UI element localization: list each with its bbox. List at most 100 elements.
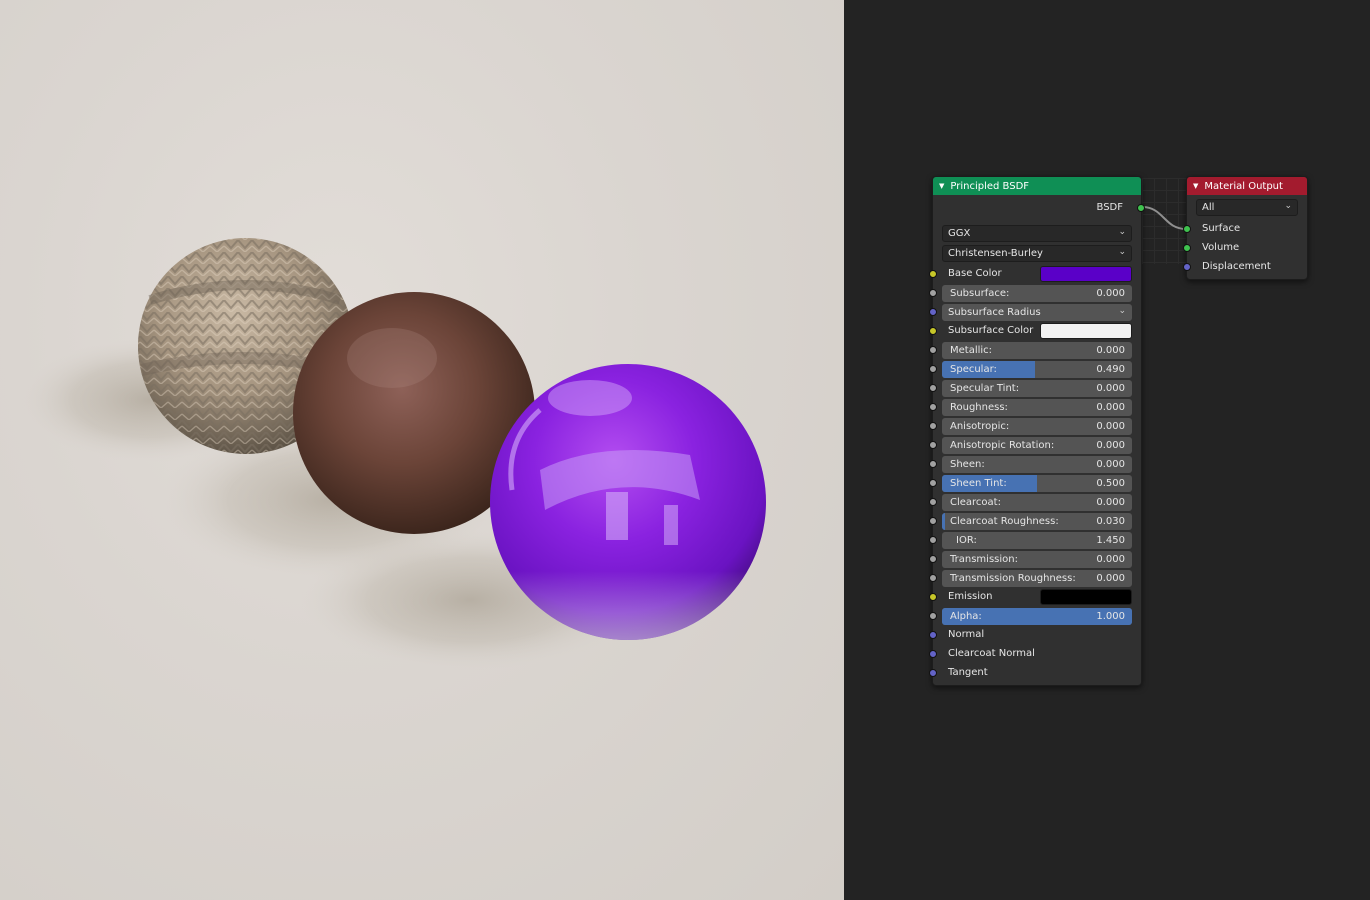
bsdf-node-title: Principled BSDF [950,180,1030,192]
emission-row: Emission [929,588,1141,607]
clearcoat-normal-row: Clearcoat Normal [929,645,1141,664]
bsdf-output-label: BSDF [1096,202,1123,213]
displacement-socket[interactable] [1183,263,1191,271]
specular-socket[interactable] [929,365,937,373]
material-output-node[interactable]: ▼ Material Output All ⌄ Surface Volume D… [1183,176,1308,280]
sheen-row: Sheen: 0.000 [929,455,1141,474]
distribution-value: GGX [948,228,971,239]
bsdf-output-socket[interactable] [1137,204,1145,212]
subsurface-color-row: Subsurface Color [929,322,1141,341]
clearcoat-roughness-slider[interactable]: Clearcoat Roughness: 0.030 [942,513,1132,530]
slider-label: Roughness: [950,402,1008,413]
emission-color-swatch[interactable] [1040,589,1132,605]
specular-tint-row: Specular Tint: 0.000 [929,379,1141,398]
anisotropic-row: Anisotropic: 0.000 [929,417,1141,436]
output-node-header[interactable]: ▼ Material Output [1187,177,1307,195]
normal-socket[interactable] [929,631,937,639]
transmission-socket[interactable] [929,555,937,563]
chevron-down-icon: ⌄ [1118,306,1126,316]
sheen-socket[interactable] [929,460,937,468]
collapse-triangle-icon[interactable]: ▼ [1193,182,1198,190]
subsurface-socket[interactable] [929,289,937,297]
subsurface-method-dropdown[interactable]: Christensen-Burley ⌄ [942,245,1132,262]
roughness-socket[interactable] [929,403,937,411]
specular-tint-socket[interactable] [929,384,937,392]
subsurface-color-socket[interactable] [929,327,937,335]
bsdf-node-header[interactable]: ▼ Principled BSDF [933,177,1141,195]
subsurface-slider[interactable]: Subsurface: 0.000 [942,285,1132,302]
subsurface-method-value: Christensen-Burley [948,248,1043,259]
alpha-slider[interactable]: Alpha: 1.000 [942,608,1132,625]
volume-label: Volume [1202,242,1240,253]
tangent-row: Tangent [929,664,1141,683]
anisotropic-rotation-socket[interactable] [929,441,937,449]
bsdf-output-row: BSDF [933,199,1145,218]
slider-value: 0.500 [1096,478,1125,489]
slider-value: 0.000 [1096,288,1125,299]
roughness-slider[interactable]: Roughness: 0.000 [942,399,1132,416]
volume-socket[interactable] [1183,244,1191,252]
transmission-roughness-slider[interactable]: Transmission Roughness: 0.000 [942,570,1132,587]
displacement-label: Displacement [1202,261,1271,272]
ior-socket[interactable] [929,536,937,544]
collapse-triangle-icon[interactable]: ▼ [939,182,944,190]
clearcoat-socket[interactable] [929,498,937,506]
normal-label: Normal [948,629,985,640]
principled-bsdf-node[interactable]: ▼ Principled BSDF BSDF GGX ⌄ Christensen… [929,176,1145,686]
slider-label: Sheen: [950,459,985,470]
metallic-socket[interactable] [929,346,937,354]
slider-value: 0.490 [1096,364,1125,375]
slider-value: 0.000 [1096,497,1125,508]
metallic-row: Metallic: 0.000 [929,341,1141,360]
slider-label: Subsurface: [950,288,1010,299]
transmission-roughness-socket[interactable] [929,574,937,582]
target-dropdown[interactable]: All ⌄ [1196,199,1298,216]
target-value: All [1202,202,1215,213]
surface-socket[interactable] [1183,225,1191,233]
slider-value: 0.030 [1096,516,1125,527]
normal-row: Normal [929,626,1141,645]
base-color-socket[interactable] [929,270,937,278]
anisotropic-slider[interactable]: Anisotropic: 0.000 [942,418,1132,435]
slider-label: Transmission Roughness: [950,573,1076,584]
alpha-socket[interactable] [929,612,937,620]
render-image [20,238,766,670]
roughness-row: Roughness: 0.000 [929,398,1141,417]
transmission-slider[interactable]: Transmission: 0.000 [942,551,1132,568]
subsurface-color-swatch[interactable] [1040,323,1132,339]
clearcoat-roughness-socket[interactable] [929,517,937,525]
anisotropic-socket[interactable] [929,422,937,430]
specular-row: Specular: 0.490 [929,360,1141,379]
node-editor[interactable]: ▼ Principled BSDF BSDF GGX ⌄ Christensen… [844,0,1370,900]
glossy-purple-sphere [490,364,766,640]
slider-label: Metallic: [950,345,993,356]
slider-label: Clearcoat Roughness: [950,516,1059,527]
slider-label: Alpha: [950,611,982,622]
sheen-slider[interactable]: Sheen: 0.000 [942,456,1132,473]
emission-socket[interactable] [929,593,937,601]
distribution-dropdown[interactable]: GGX ⌄ [942,225,1132,242]
subsurface-method-row: Christensen-Burley ⌄ [933,244,1141,263]
subsurface-radius-row: Subsurface Radius ⌄ [929,303,1141,322]
anisotropic-rotation-row: Anisotropic Rotation: 0.000 [929,436,1141,455]
specular-slider[interactable]: Specular: 0.490 [942,361,1132,378]
clearcoat-normal-socket[interactable] [929,650,937,658]
volume-row: Volume [1183,239,1307,258]
specular-tint-slider[interactable]: Specular Tint: 0.000 [942,380,1132,397]
sheen-tint-row: Sheen Tint: 0.500 [929,474,1141,493]
surface-row: Surface [1183,220,1307,239]
subsurface-radius-dropdown[interactable]: Subsurface Radius ⌄ [942,304,1132,321]
subsurface-radius-socket[interactable] [929,308,937,316]
ior-field[interactable]: IOR: 1.450 [942,532,1132,549]
tangent-socket[interactable] [929,669,937,677]
slider-value: 0.000 [1096,421,1125,432]
anisotropic-rotation-slider[interactable]: Anisotropic Rotation: 0.000 [942,437,1132,454]
metallic-slider[interactable]: Metallic: 0.000 [942,342,1132,359]
sheen-tint-socket[interactable] [929,479,937,487]
subsurface-row: Subsurface: 0.000 [929,284,1141,303]
sheen-tint-slider[interactable]: Sheen Tint: 0.500 [942,475,1132,492]
slider-value: 0.000 [1096,383,1125,394]
clearcoat-slider[interactable]: Clearcoat: 0.000 [942,494,1132,511]
field-value: 1.450 [1096,535,1125,546]
base-color-swatch[interactable] [1040,266,1132,282]
